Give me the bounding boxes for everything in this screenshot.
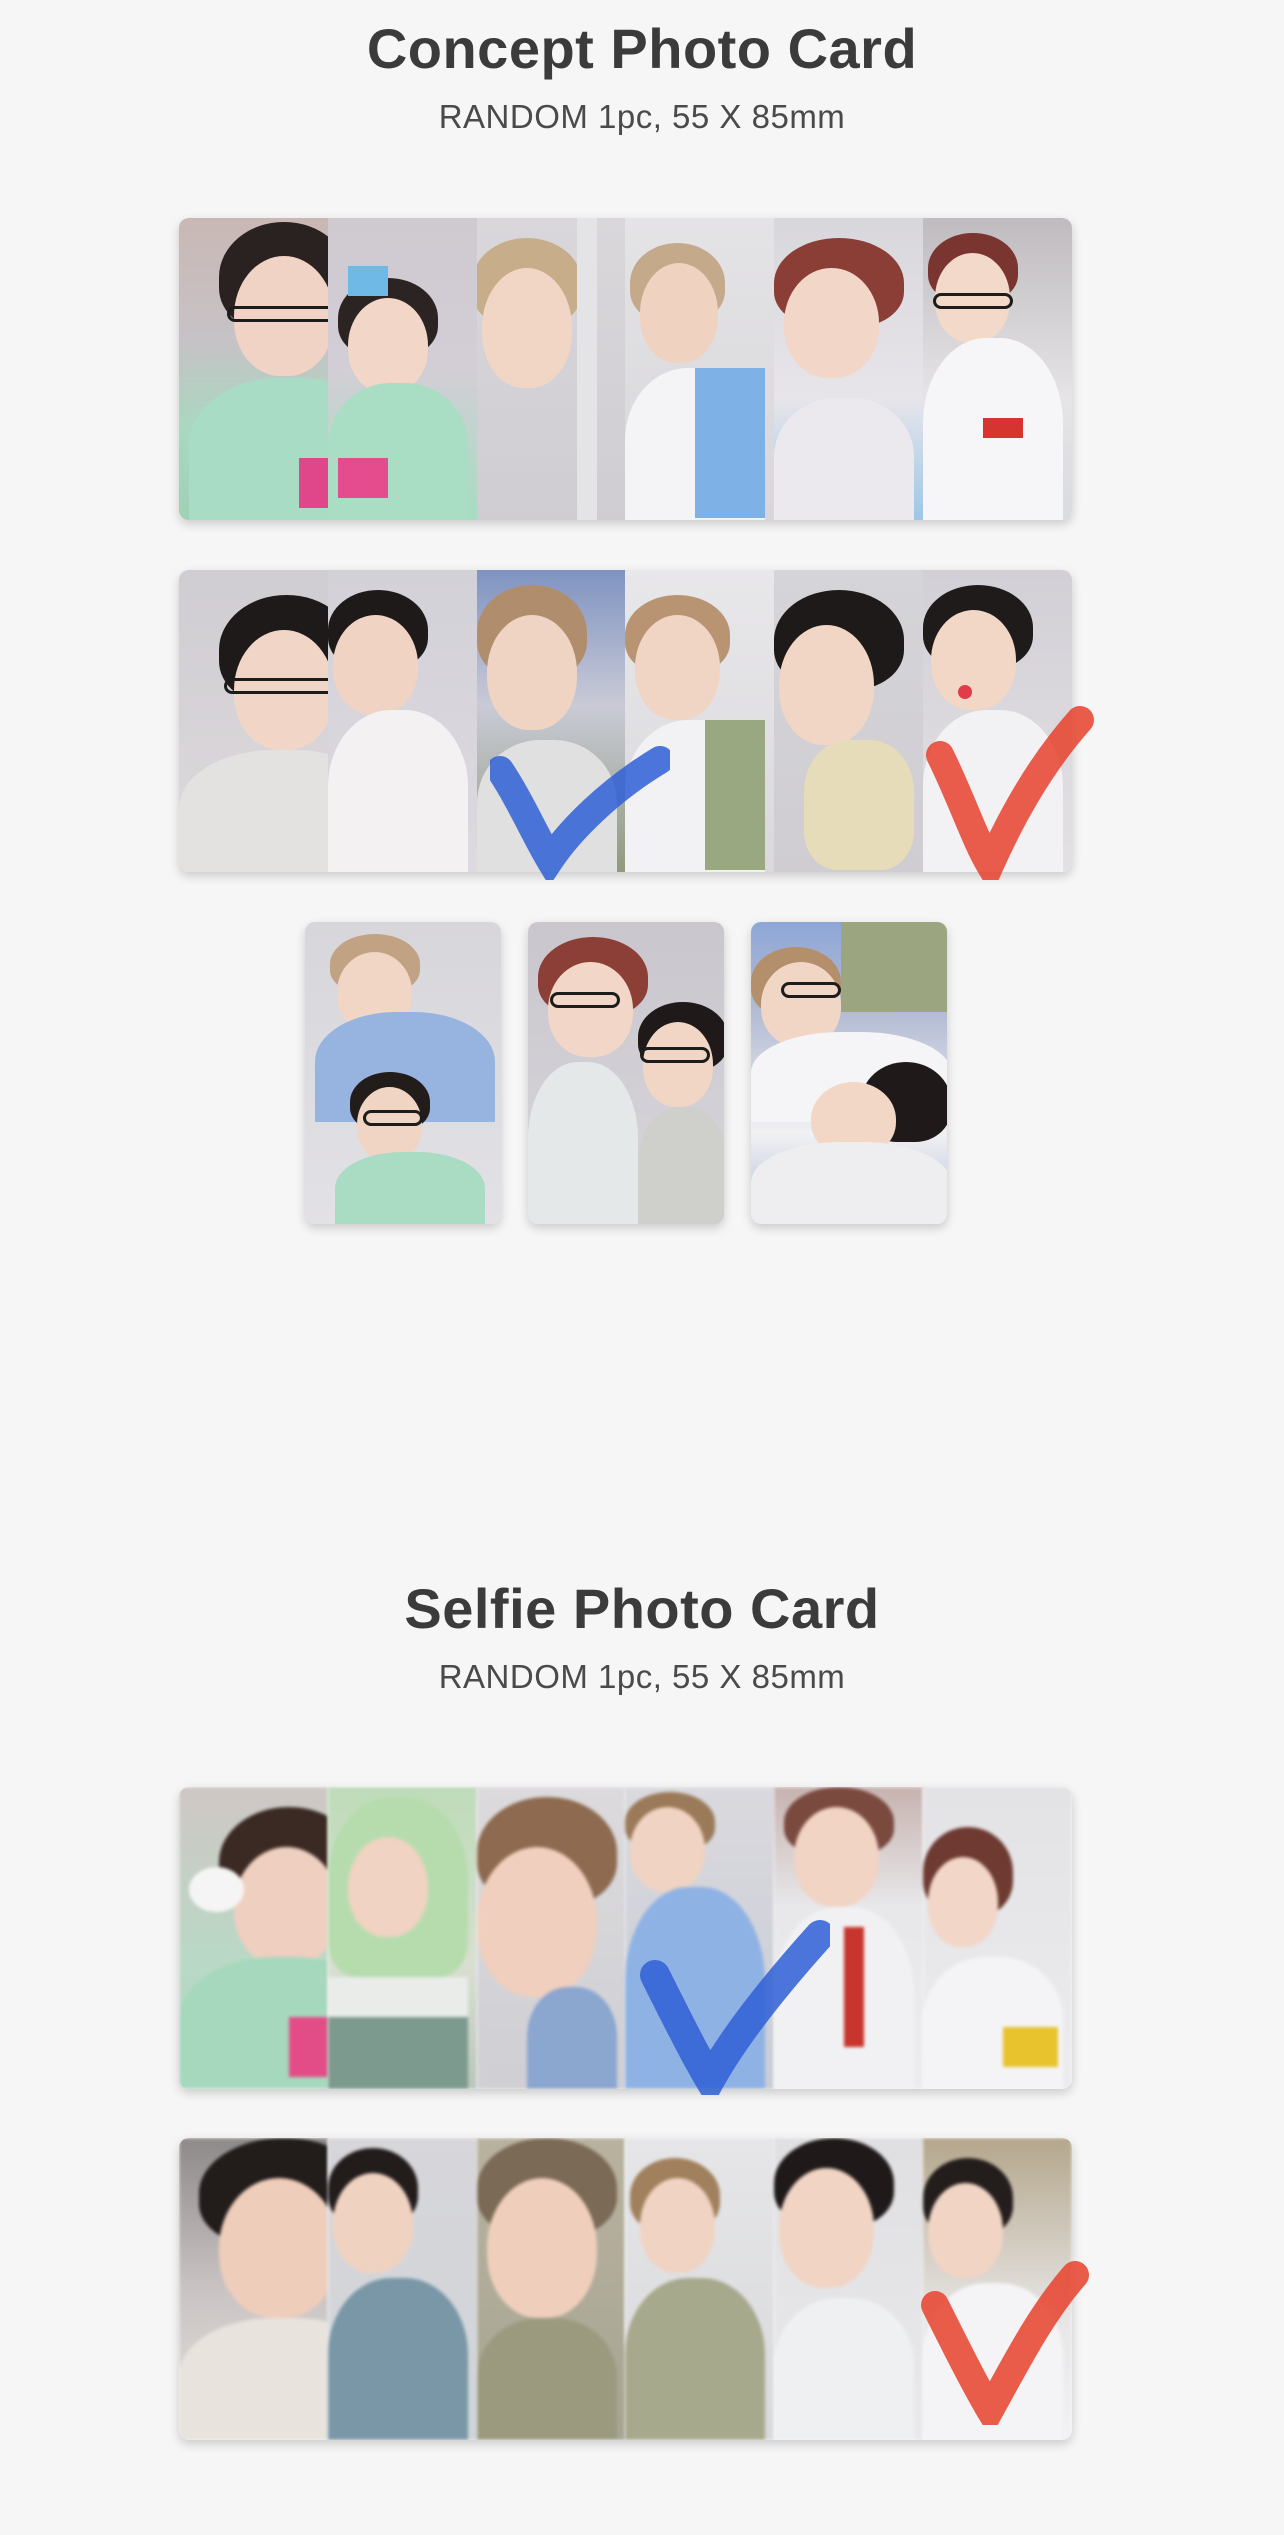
photo-card [327,2138,477,2440]
photo-card [625,1787,775,2089]
photo-card [179,2138,328,2440]
concept-photo-strip-2 [179,570,1072,872]
photo-card [774,1787,924,2089]
photo-card [476,218,626,520]
photo-card [476,1787,626,2089]
photo-card [625,218,775,520]
selfie-photo-card-subtitle: RANDOM 1pc, 55 X 85mm [438,1658,846,1695]
photo-card [774,218,924,520]
concept-photo-card-unit-2 [528,922,724,1224]
photo-card [923,570,1072,872]
concept-photo-strip-1 [179,218,1072,520]
photo-card [774,570,924,872]
photo-card [625,2138,775,2440]
photo-card [476,570,626,872]
photo-card [179,218,328,520]
photo-card [923,2138,1072,2440]
photo-card [923,218,1072,520]
selfie-photo-card-title: Selfie Photo Card [404,1577,880,1640]
concept-photo-card-unit-1 [305,922,501,1224]
concept-photo-card-unit-3 [751,922,947,1224]
photo-card [625,570,775,872]
photo-card [528,922,724,1224]
photo-card [179,1787,328,2089]
photo-card [327,570,477,872]
photo-card [476,2138,626,2440]
photo-card [923,1787,1072,2089]
selfie-photo-strip-1 [179,1787,1072,2089]
concept-photo-card-subtitle: RANDOM 1pc, 55 X 85mm [438,98,846,135]
photo-card [305,922,501,1224]
photo-card [327,218,477,520]
selfie-photo-strip-2 [179,2138,1072,2440]
photo-card [751,922,947,1224]
photo-card [774,2138,924,2440]
concept-photo-card-title: Concept Photo Card [366,17,918,80]
photo-card [327,1787,477,2089]
photo-card [179,570,328,872]
